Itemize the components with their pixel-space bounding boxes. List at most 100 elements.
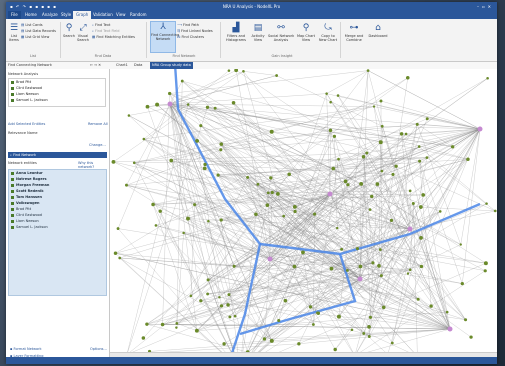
graph-node[interactable] <box>366 69 370 72</box>
graph-node[interactable] <box>275 191 280 196</box>
copy-new-chart-button[interactable]: ⤿ Copy to New Chart <box>318 23 338 42</box>
graph-node[interactable] <box>125 183 129 187</box>
graph-node[interactable] <box>380 169 384 173</box>
graph-node[interactable] <box>419 236 423 240</box>
graph-node[interactable] <box>297 342 301 346</box>
graph-node[interactable] <box>141 336 146 340</box>
network-chart-canvas[interactable] <box>110 69 497 357</box>
list-item[interactable]: Samuel L. Jackson <box>9 224 106 230</box>
graph-node[interactable] <box>158 209 162 213</box>
graph-node[interactable] <box>219 218 223 222</box>
graph-node[interactable] <box>380 124 384 128</box>
graph-node[interactable] <box>168 91 172 96</box>
graph-node[interactable] <box>231 100 236 105</box>
list-item[interactable]: Samuel L. Jackson <box>9 97 105 103</box>
search-button[interactable]: ⚲ Search <box>63 23 75 38</box>
graph-node[interactable] <box>379 274 383 278</box>
graph-hub-node[interactable] <box>477 126 483 132</box>
graph-node[interactable] <box>226 303 230 307</box>
graph-node[interactable] <box>333 347 337 352</box>
graph-node[interactable] <box>175 326 178 329</box>
graph-node[interactable] <box>308 305 313 309</box>
graph-node[interactable] <box>207 219 210 223</box>
graph-node[interactable] <box>269 176 273 180</box>
graph-node[interactable] <box>194 328 199 333</box>
tab-chart1[interactable]: Chart1 <box>116 62 128 69</box>
graph-hub-node[interactable] <box>447 326 453 332</box>
graph-node[interactable] <box>399 132 404 136</box>
graph-node[interactable] <box>287 172 291 177</box>
graph-node[interactable] <box>219 142 224 146</box>
graph-node[interactable] <box>361 155 366 159</box>
highlighted-path[interactable] <box>174 69 262 357</box>
graph-node[interactable] <box>219 304 224 308</box>
graph-node[interactable] <box>269 129 274 134</box>
graph-node[interactable] <box>411 201 415 206</box>
graph-node[interactable] <box>301 250 305 255</box>
graph-node[interactable] <box>493 209 497 213</box>
graph-node[interactable] <box>111 159 116 164</box>
graph-node[interactable] <box>355 247 360 251</box>
activity-view-button[interactable]: ▤ Activity View <box>250 23 266 42</box>
graph-node[interactable] <box>193 203 197 207</box>
graph-node[interactable] <box>421 193 426 197</box>
graph-node[interactable] <box>118 256 122 260</box>
graph-node[interactable] <box>155 102 160 107</box>
graph-node[interactable] <box>469 335 473 339</box>
format-network-link[interactable]: ▪ Format Network <box>10 347 42 351</box>
graph-node[interactable] <box>382 305 386 309</box>
tab-data[interactable]: Data <box>134 62 142 69</box>
graph-node[interactable] <box>189 294 193 298</box>
graph-node[interactable] <box>418 159 422 163</box>
graph-node[interactable] <box>275 74 278 77</box>
graph-node[interactable] <box>370 194 374 199</box>
merge-combine-button[interactable]: ⊶ Merge and Combine <box>343 23 365 42</box>
graph-node[interactable] <box>404 132 408 136</box>
graph-node[interactable] <box>180 79 184 83</box>
graph-node[interactable] <box>337 157 340 161</box>
find-linked-button[interactable]: ⇶Find Linked Nodes <box>177 29 213 33</box>
graph-node[interactable] <box>329 266 334 271</box>
window-controls[interactable]: –▫✕ <box>477 2 494 11</box>
graph-node[interactable] <box>293 209 297 214</box>
graph-node[interactable] <box>466 157 470 162</box>
graph-node[interactable] <box>405 76 410 80</box>
graph-node[interactable] <box>362 332 366 335</box>
find-connecting-network-button[interactable]: ⅄ Find Connecting Network <box>150 21 179 53</box>
graph-hub-node[interactable] <box>357 276 363 282</box>
graph-node[interactable] <box>445 310 449 314</box>
graph-node[interactable] <box>145 322 149 326</box>
graph-hub-node[interactable] <box>267 256 273 262</box>
graph-node[interactable] <box>343 179 348 184</box>
graph-node[interactable] <box>113 251 118 255</box>
graph-node[interactable] <box>282 214 286 218</box>
graph-node[interactable] <box>186 103 190 106</box>
graph-node[interactable] <box>425 156 429 160</box>
graph-node[interactable] <box>246 175 250 179</box>
social-network-analysis-button[interactable]: ⚯ Social Network Analysis <box>268 23 294 42</box>
graph-node[interactable] <box>292 264 297 269</box>
graph-node[interactable] <box>378 248 382 251</box>
graph-node[interactable] <box>336 226 339 230</box>
graph-node[interactable] <box>459 243 462 246</box>
graph-node[interactable] <box>483 269 487 273</box>
graph-hub-node[interactable] <box>407 226 413 232</box>
graph-node[interactable] <box>460 281 464 286</box>
graph-node[interactable] <box>358 264 363 269</box>
graph-node[interactable] <box>213 106 217 110</box>
graph-node[interactable] <box>316 311 321 315</box>
graph-hub-node[interactable] <box>327 191 333 197</box>
analysis-entities-list[interactable]: Brad Pitt Clint Eastwood Liam Neeson Sam… <box>8 78 106 107</box>
graph-node[interactable] <box>203 162 207 167</box>
graph-node[interactable] <box>228 315 232 319</box>
change-link[interactable]: Change... <box>89 143 106 147</box>
graph-node[interactable] <box>277 319 281 323</box>
graph-node[interactable] <box>419 264 424 269</box>
graph-node[interactable] <box>254 212 258 217</box>
graph-node[interactable] <box>416 297 420 301</box>
graph-node[interactable] <box>391 172 395 176</box>
graph-node[interactable] <box>199 124 203 128</box>
graph-node[interactable] <box>325 92 328 95</box>
tool-selector[interactable]: Find Connecting Network <box>8 62 52 69</box>
graph-node[interactable] <box>283 298 288 303</box>
